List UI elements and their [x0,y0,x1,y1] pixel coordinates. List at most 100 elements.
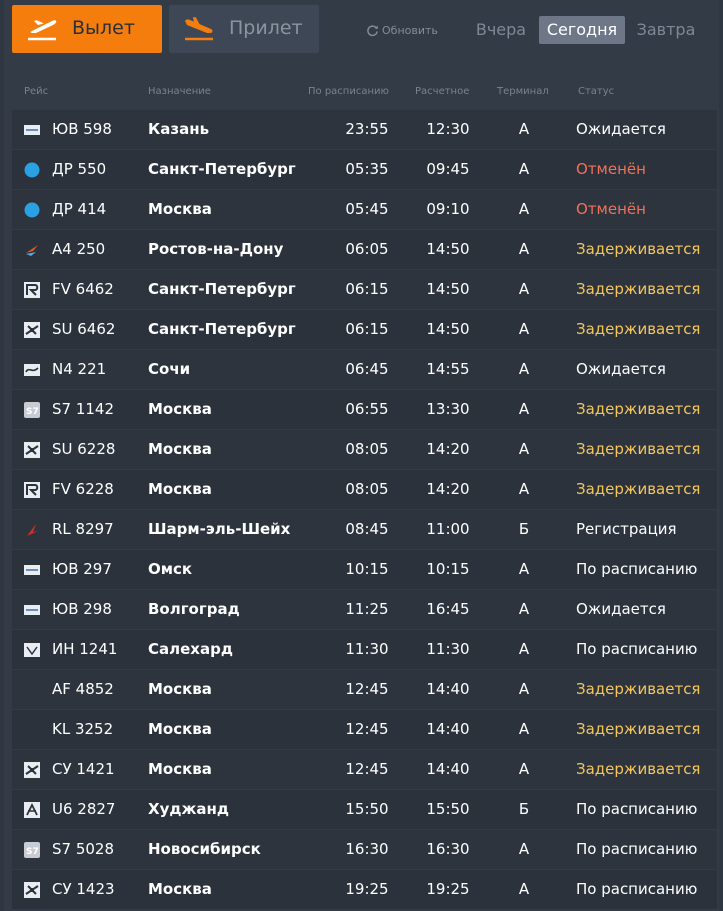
flight-status: Задерживается [576,760,701,778]
flight-row[interactable]: СУ 1421 Москва 12:45 14:40 А Задерживается [12,750,717,789]
flight-number: S7 1142 [52,400,115,418]
flight-row[interactable]: FV 6228 Москва 08:05 14:20 А Задерживается [12,470,717,509]
destination: Москва [148,480,212,498]
flight-number: AF 4852 [52,680,114,698]
flight-number: FV 6228 [52,480,114,498]
flight-row[interactable]: СУ 1423 Москва 19:25 19:25 А По расписанию [12,870,717,909]
estimated-time: 14:50 [426,320,470,338]
day-today[interactable]: Сегодня [539,16,625,44]
flight-row[interactable]: SU 6228 Москва 08:05 14:20 А Задерживается [12,430,717,469]
tab-departures[interactable]: Вылет [12,5,162,53]
terminal: А [518,560,530,578]
flight-number: S7 5028 [52,840,115,858]
flight-status: Задерживается [576,240,701,258]
flight-status: Задерживается [576,440,701,458]
flight-row[interactable]: AF 4852 Москва 12:45 14:40 А Задерживается [12,670,717,709]
destination: Сочи [148,360,191,378]
flight-number: ДР 414 [52,200,107,218]
flight-status: По расписанию [576,640,698,658]
flight-row[interactable]: ЮВ 297 Омск 10:15 10:15 А По расписанию [12,550,717,589]
estimated-time: 11:00 [426,520,470,538]
flight-row[interactable]: SU 6462 Санкт-Петербург 06:15 14:50 А Задержи… [12,310,717,349]
flight-row[interactable]: RL 8297 Шарм-эль-Шейх 08:45 11:00 Б Регистрац… [12,510,717,549]
destination: Новосибирск [148,840,261,858]
destination: Москва [148,680,212,698]
day-yesterday[interactable]: Вчера [472,16,530,44]
refresh-icon [367,25,378,37]
terminal: А [518,760,530,778]
nordwind-logo [24,364,40,376]
refresh-button[interactable]: Обновить [366,24,438,37]
flight-number: ЮВ 297 [52,560,112,578]
flight-status: Ожидается [576,120,666,138]
destination: Москва [148,400,212,418]
flight-row[interactable]: KL 3252 Москва 12:45 14:40 А Задерживается [12,710,717,749]
tab-arrivals[interactable]: Прилет [169,5,319,53]
terminal: А [518,240,530,258]
blue-dot-logo [24,202,40,218]
tab-arrivals-label: Прилет [229,17,303,39]
flight-row[interactable]: FV 6462 Санкт-Петербург 06:15 14:50 А Задержи… [12,270,717,309]
rossiya-logo [24,482,40,498]
svg-text:S7: S7 [26,407,39,417]
flight-number: ДР 550 [52,160,107,178]
flight-status: Регистрация [576,520,677,538]
destination: Казань [148,120,210,138]
flight-row[interactable]: S7 S7 5028 Новосибирск 16:30 16:30 А По распис… [12,830,717,869]
col-status: Статус [578,86,615,97]
estimated-time: 16:30 [426,840,470,858]
terminal: А [518,120,530,138]
col-scheduled: По расписанию [308,86,389,97]
destination: Москва [148,200,212,218]
terminal: А [518,280,530,298]
terminal: А [518,600,530,618]
flight-row[interactable]: ДР 550 Санкт-Петербург 05:35 09:45 А Отменён [12,150,717,189]
estimated-time: 14:40 [426,760,470,778]
flight-number: СУ 1423 [52,880,115,898]
scheduled-time: 19:25 [345,880,389,898]
flight-number: А4 250 [52,240,106,258]
terminal: А [518,640,530,658]
destination: Ростов-на-Дону [148,240,284,258]
flight-row[interactable]: U6 2827 Худжанд 15:50 15:50 Б По расписанию [12,790,717,829]
scheduled-time: 06:15 [345,280,389,298]
estimated-time: 14:50 [426,240,470,258]
flight-number: U6 2827 [52,800,116,818]
day-tomorrow[interactable]: Завтра [634,16,698,44]
flight-status: Задерживается [576,280,701,298]
flight-number: KL 3252 [52,720,114,738]
flights-table: ЮВ 598 Казань 23:55 12:30 А Ожидается ДР 550 Са… [12,110,717,910]
flight-status: Отменён [576,200,646,218]
flight-row[interactable]: ДР 414 Москва 05:45 09:10 А Отменён [12,190,717,229]
flight-status: По расписанию [576,880,698,898]
aeroflot-logo [24,882,40,898]
scheduled-time: 06:45 [345,360,389,378]
flight-number: RL 8297 [52,520,114,538]
scheduled-time: 15:50 [345,800,389,818]
estimated-time: 12:30 [426,120,470,138]
terminal: А [518,160,530,178]
scheduled-time: 12:45 [345,760,389,778]
flight-row[interactable]: S7 S7 1142 Москва 06:55 13:30 А Задерживается [12,390,717,429]
flight-number: FV 6462 [52,280,114,298]
flight-row[interactable]: ЮВ 298 Волгоград 11:25 16:45 А Ожидается [12,590,717,629]
destination: Худжанд [148,800,229,818]
terminal: А [518,680,530,698]
flight-row[interactable]: N4 221 Сочи 06:45 14:55 А Ожидается [12,350,717,389]
flight-row[interactable]: ИН 1241 Салехард 11:30 11:30 А По расписанию [12,630,717,669]
flight-row[interactable]: А4 250 Ростов-на-Дону 06:05 14:50 А Задержива… [12,230,717,269]
scheduled-time: 11:25 [345,600,389,618]
estimated-time: 19:25 [426,880,470,898]
estimated-time: 09:10 [426,200,470,218]
destination: Санкт-Петербург [148,280,296,298]
flight-status: Задерживается [576,400,701,418]
yuv-logo [24,565,40,575]
scheduled-time: 06:05 [345,240,389,258]
col-flight: Рейс [24,86,49,97]
flight-status: Задерживается [576,480,701,498]
azimuth-logo [26,245,38,256]
flight-row[interactable]: ЮВ 598 Казань 23:55 12:30 А Ожидается [12,110,717,149]
destination: Шарм-эль-Шейх [148,520,291,538]
estimated-time: 11:30 [426,640,470,658]
aeroflot-logo [24,442,40,458]
